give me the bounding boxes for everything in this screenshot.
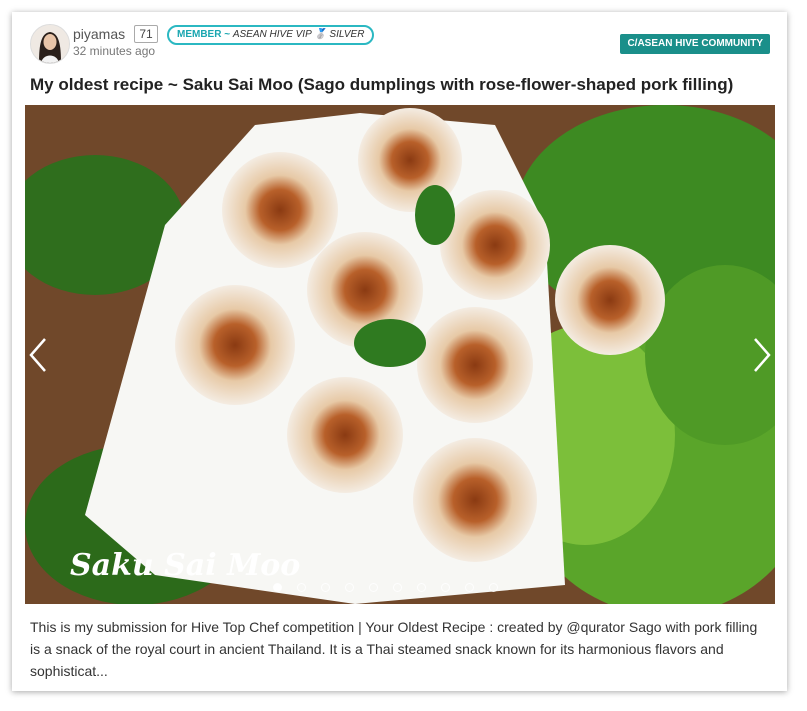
carousel-dot[interactable] [393,583,402,592]
chevron-right-icon [754,338,771,372]
carousel-dots [273,583,513,592]
carousel-dot[interactable] [417,583,426,592]
badge-text: ASEAN HIVE VIP 🥈 SILVER [232,29,365,40]
carousel-next-button[interactable] [749,335,773,375]
post-excerpt[interactable]: This is my submission for Hive Top Chef … [30,616,770,682]
chevron-left-icon [29,338,46,372]
post-time[interactable]: 32 minutes ago [73,44,155,58]
post-image[interactable]: Saku Sai Moo [25,105,775,604]
avatar[interactable] [30,24,70,64]
carousel-dot[interactable] [441,583,450,592]
carousel-dot[interactable] [345,583,354,592]
image-caption: Saku Sai Moo [70,548,300,583]
carousel-dot[interactable] [321,583,330,592]
carousel-prev-button[interactable] [27,335,51,375]
community-tag[interactable]: C/ASEAN HIVE COMMUNITY [620,34,770,54]
reputation-badge: 71 [134,25,158,43]
carousel-dot[interactable] [465,583,474,592]
carousel-dot[interactable] [369,583,378,592]
member-badge[interactable]: MEMBER ~ ASEAN HIVE VIP 🥈 SILVER [167,25,375,45]
badge-prefix: MEMBER ~ [177,29,231,40]
post-image-carousel[interactable]: Saku Sai Moo [25,105,775,604]
post-title[interactable]: My oldest recipe ~ Saku Sai Moo (Sago du… [30,75,733,95]
carousel-dot[interactable] [273,583,282,592]
carousel-dot[interactable] [489,583,498,592]
carousel-dot[interactable] [297,583,306,592]
author-name[interactable]: piyamas [73,26,125,42]
post-card: piyamas 71 MEMBER ~ ASEAN HIVE VIP 🥈 SIL… [12,12,787,691]
